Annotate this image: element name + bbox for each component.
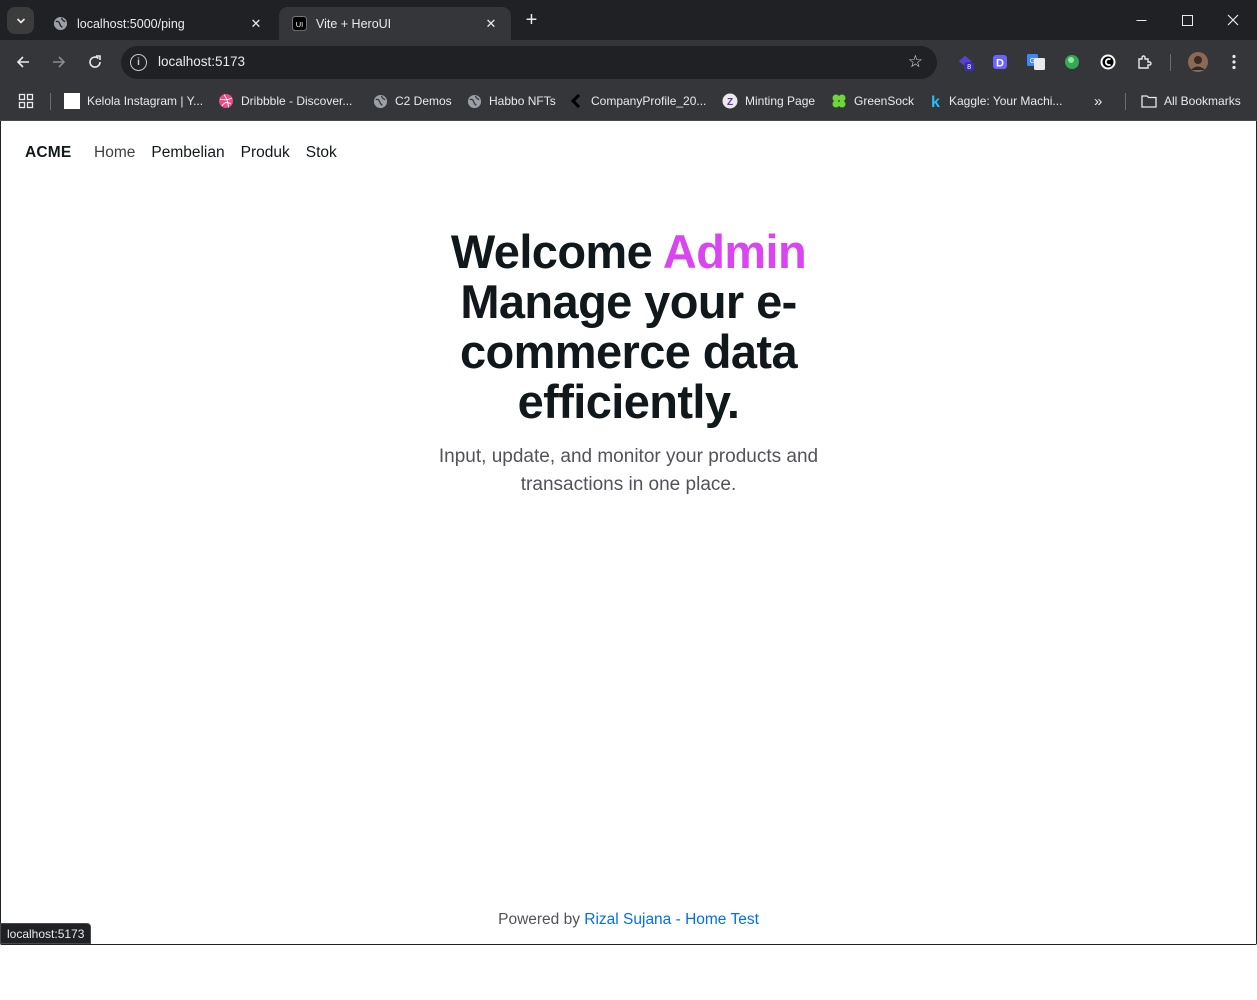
footer-prefix: Powered by — [498, 911, 580, 928]
green-dot-extension-icon[interactable] — [1063, 53, 1081, 71]
tab-strip: localhost:5000/ping ✕ UI Vite + HeroUI ✕… — [0, 0, 1257, 40]
extension-badge-icon[interactable]: 8 — [957, 53, 975, 71]
tab-search-button[interactable] — [7, 7, 34, 34]
bookmark-greensock[interactable]: GreenSock — [831, 92, 914, 110]
back-button[interactable] — [10, 49, 36, 75]
bookmark-habbo-nfts[interactable]: Habbo NFTs — [466, 92, 556, 110]
globe-icon — [372, 93, 388, 109]
tab-localhost-5000[interactable]: localhost:5000/ping ✕ — [40, 7, 276, 40]
bookmark-dribbble[interactable]: Dribbble - Discover... — [218, 92, 352, 110]
hero-subtitle: Input, update, and monitor your products… — [438, 446, 819, 495]
bookmarks-divider — [1125, 93, 1126, 110]
close-icon — [1227, 14, 1239, 26]
footer-author-link[interactable]: Rizal Sujana - Home Test — [584, 911, 759, 928]
hero-welcome: Welcome — [450, 225, 653, 278]
close-tab-icon[interactable]: ✕ — [248, 16, 264, 32]
reload-button[interactable] — [82, 49, 108, 75]
d-extension-icon[interactable]: D — [991, 53, 1009, 71]
bookmark-kelola-instagram[interactable]: Kelola Instagram | Y... — [64, 92, 203, 110]
all-bookmarks-button[interactable]: All Bookmarks — [1141, 92, 1241, 110]
svg-text:UI: UI — [295, 20, 303, 29]
close-tab-icon[interactable]: ✕ — [483, 16, 499, 32]
new-tab-button[interactable]: + — [519, 8, 544, 33]
browser-window: localhost:5000/ping ✕ UI Vite + HeroUI ✕… — [0, 0, 1257, 945]
brand-logo[interactable]: ACME — [25, 144, 71, 162]
site-info-icon[interactable]: i — [130, 54, 147, 71]
z-logo-icon: Z — [722, 93, 738, 109]
svg-text:D: D — [996, 58, 1004, 70]
nav-links: Home Pembelian Produk Stok — [94, 144, 337, 162]
maximize-button[interactable] — [1164, 0, 1210, 40]
hero-headline: Manage your e-commerce data efficiently. — [459, 275, 798, 428]
white-square-icon — [64, 93, 80, 109]
nav-pembelian-link[interactable]: Pembelian — [151, 144, 224, 162]
apps-grid-icon[interactable] — [18, 92, 34, 110]
translate-icon[interactable]: G — [1027, 53, 1045, 71]
arrow-right-icon — [53, 56, 66, 68]
toolbar-divider — [1170, 54, 1171, 71]
nav-stok-link[interactable]: Stok — [306, 144, 337, 162]
page-footer: Powered by Rizal Sujana - Home Test — [1, 911, 1256, 929]
globe-icon — [466, 93, 482, 109]
dribbble-icon — [218, 93, 234, 109]
status-bar-url: localhost:5173 — [0, 923, 92, 944]
close-window-button[interactable] — [1210, 0, 1256, 40]
globe-icon — [52, 16, 68, 32]
bookmarks-divider — [50, 93, 51, 110]
extension-badge-count: 8 — [967, 62, 971, 71]
folder-icon — [1141, 93, 1157, 109]
arrow-left-icon — [16, 56, 29, 68]
bookmark-minting-page[interactable]: Z Minting Page — [722, 92, 815, 110]
browser-toolbar: i localhost:5173 ☆ 8 D G — [0, 40, 1257, 84]
kaggle-icon: k — [926, 93, 942, 109]
tab-title: Vite + HeroUI — [316, 16, 392, 31]
tab-vite-heroui[interactable]: UI Vite + HeroUI ✕ — [279, 7, 511, 40]
heroui-logo-icon: UI — [291, 16, 307, 32]
bookmark-kaggle[interactable]: k Kaggle: Your Machi... — [926, 92, 1062, 110]
bookmark-companyprofile[interactable]: CompanyProfile_20... — [568, 92, 706, 110]
chevron-down-icon — [16, 17, 25, 24]
minimize-button[interactable] — [1118, 0, 1164, 40]
hero-heading: Welcome Admin Manage your e-commerce dat… — [439, 227, 819, 427]
address-input[interactable]: localhost:5173 — [158, 54, 245, 69]
svg-text:k: k — [931, 94, 940, 109]
maximize-icon — [1181, 14, 1193, 26]
bookmarks-bar: Kelola Instagram | Y... Dribbble - Disco… — [0, 84, 1257, 121]
more-bookmarks-chevron-icon[interactable]: » — [1094, 92, 1102, 110]
chevron-left-icon — [568, 93, 584, 109]
reload-icon — [89, 55, 101, 68]
svg-text:Z: Z — [727, 97, 733, 108]
bookmark-c2-demos[interactable]: C2 Demos — [372, 92, 452, 110]
svg-text:G: G — [1030, 58, 1035, 65]
hero-section: Welcome Admin Manage your e-commerce dat… — [1, 227, 1256, 499]
tab-title: localhost:5000/ping — [77, 16, 185, 31]
c-extension-icon[interactable] — [1099, 53, 1117, 71]
greensock-icon — [831, 93, 847, 109]
hero-accent-word: Admin — [662, 225, 807, 278]
forward-button[interactable] — [46, 49, 72, 75]
address-bar[interactable]: i localhost:5173 ☆ — [121, 46, 937, 79]
extensions-puzzle-icon[interactable] — [1135, 53, 1153, 71]
minimize-icon — [1136, 19, 1146, 21]
page-viewport: ACME Home Pembelian Produk Stok Welcome … — [1, 121, 1256, 944]
more-menu-icon[interactable] — [1225, 53, 1243, 71]
bookmark-star-icon[interactable]: ☆ — [908, 52, 923, 72]
app-navbar: ACME Home Pembelian Produk Stok — [1, 121, 1256, 185]
nav-produk-link[interactable]: Produk — [241, 144, 290, 162]
nav-home-link[interactable]: Home — [94, 144, 135, 162]
profile-avatar[interactable] — [1188, 52, 1208, 72]
